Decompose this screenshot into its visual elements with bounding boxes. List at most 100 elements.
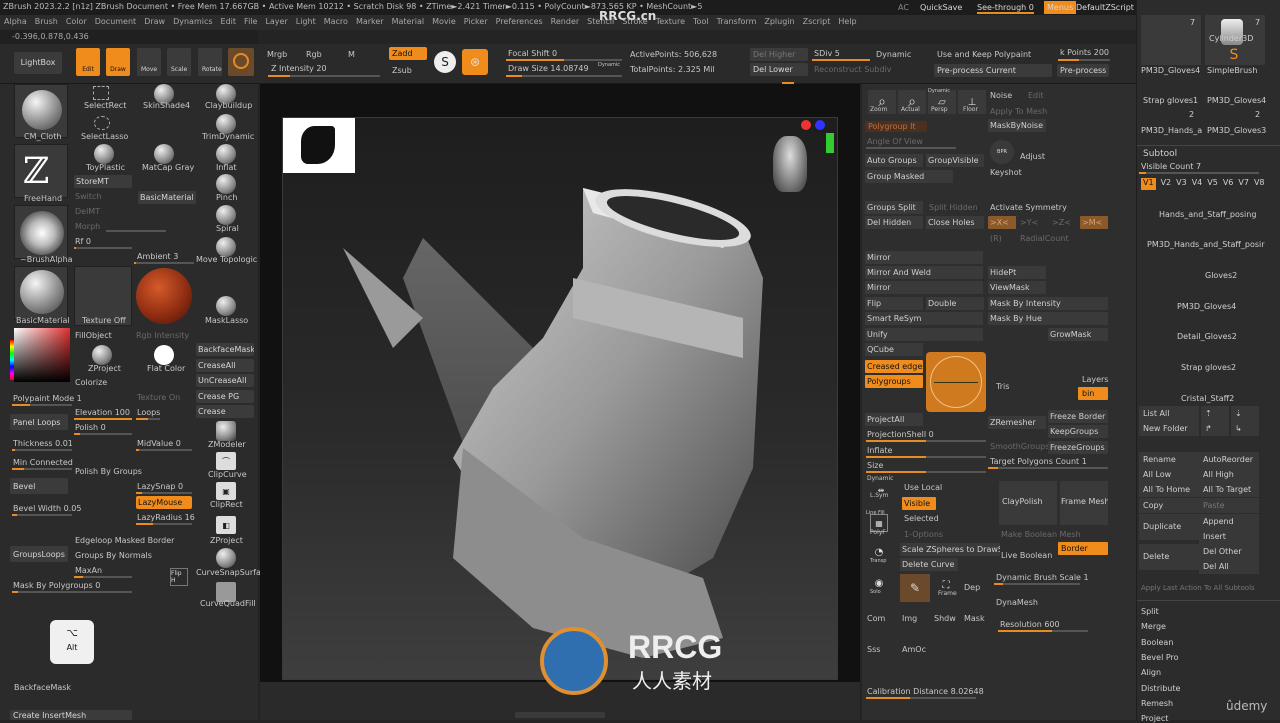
k-points-slider[interactable]	[1058, 59, 1110, 61]
selected-toggle[interactable]: Selected	[904, 514, 939, 523]
lightbox-button[interactable]: LightBox	[14, 52, 62, 74]
delete-curve-button[interactable]: Delete Curve	[900, 558, 958, 571]
curvesnapsurf-button[interactable]: CurveSnapSurfa	[196, 568, 261, 577]
menu-material[interactable]: Material	[388, 15, 429, 28]
creased-edges-button[interactable]: Creased edges	[865, 360, 923, 373]
hue-strip[interactable]	[10, 340, 14, 380]
basicmaterial-button[interactable]: BasicMaterial	[138, 191, 196, 204]
zremesher-guide-widget[interactable]	[926, 352, 986, 412]
trimdynamic-button[interactable]: TrimDynamic	[202, 132, 254, 141]
paste-button[interactable]: Paste	[1199, 498, 1259, 513]
inflate-slider[interactable]	[866, 456, 986, 458]
menu-transform[interactable]: Transform	[713, 15, 761, 28]
zproject-button[interactable]: ZProject	[88, 364, 121, 373]
draw-size-slider[interactable]	[506, 75, 622, 77]
qcube-button[interactable]: QCube	[865, 343, 923, 356]
menu-macro[interactable]: Macro	[320, 15, 352, 28]
all-low-button[interactable]: All Low	[1139, 467, 1199, 482]
inflat-icon[interactable]	[216, 144, 236, 164]
autoreorder-button[interactable]: AutoReorder	[1199, 452, 1259, 467]
duplicate-button[interactable]: Duplicate	[1139, 514, 1199, 540]
groupsloops-button[interactable]: GroupsLoops	[10, 546, 68, 562]
menu-document[interactable]: Document	[91, 15, 140, 28]
polish-slider[interactable]	[74, 433, 132, 435]
auto-groups-button[interactable]: Auto Groups	[865, 154, 923, 167]
menu-light[interactable]: Light	[292, 15, 320, 28]
new-folder-button[interactable]: New Folder	[1139, 421, 1199, 436]
noise-edit-button[interactable]: Edit	[1028, 91, 1044, 100]
menu-movie[interactable]: Movie	[428, 15, 460, 28]
spiral-button[interactable]: Spiral	[216, 224, 239, 233]
menu-help[interactable]: Help	[834, 15, 860, 28]
symmetry-y-button[interactable]: >Y<	[1020, 218, 1038, 227]
z-intensity-slider[interactable]	[268, 75, 380, 77]
align-section[interactable]: Align	[1141, 668, 1161, 677]
groups-split-button[interactable]: Groups Split	[865, 201, 923, 214]
ambient-slider[interactable]	[134, 262, 194, 264]
folder-move-icon[interactable]: ↱	[1201, 421, 1229, 436]
amoc-button[interactable]: AmOc	[902, 645, 926, 654]
mirror-and-weld-button[interactable]: Mirror And Weld	[865, 266, 983, 279]
v2-button[interactable]: V2	[1161, 178, 1172, 190]
spiral-icon[interactable]	[216, 205, 236, 225]
preprocess-button[interactable]: Pre-process /	[1057, 64, 1109, 77]
clipcurve-icon[interactable]: ⌒	[216, 452, 236, 470]
freehand-stroke-tile[interactable]: ℤ	[14, 144, 68, 198]
mirror-button[interactable]: Mirror	[865, 251, 983, 264]
frame-mesh-button[interactable]: Frame Mesh	[1060, 481, 1108, 525]
cliprect-icon[interactable]: ▣	[216, 482, 236, 500]
default-zscript-button[interactable]: DefaultZScript	[1076, 3, 1134, 12]
midvalue-slider[interactable]	[136, 449, 192, 451]
zmodeler-button[interactable]: ZModeler	[208, 440, 246, 449]
smart-resym-button[interactable]: Smart ReSym	[865, 312, 983, 325]
com-button[interactable]: Com	[867, 614, 885, 623]
mask-button[interactable]: Mask	[964, 614, 985, 623]
flip-h-icon[interactable]: Flip H	[170, 568, 188, 586]
resolution-slider[interactable]	[998, 630, 1088, 632]
backfacemask-button[interactable]: BackfaceMask	[196, 343, 254, 356]
subtool-header[interactable]: Subtool	[1143, 149, 1177, 159]
polypaint-mode-slider[interactable]	[12, 404, 72, 406]
zproject-brush-icon[interactable]: ◧	[216, 516, 236, 534]
material-tile[interactable]	[14, 266, 68, 320]
viewmask-button[interactable]: ViewMask	[988, 281, 1046, 294]
menu-texture[interactable]: Texture	[652, 15, 689, 28]
menu-picker[interactable]: Picker	[460, 15, 492, 28]
boolean-section[interactable]: Boolean	[1141, 638, 1173, 647]
split-section[interactable]: Split	[1141, 607, 1159, 616]
simplebrush-tool[interactable]: SimpleBrush	[1207, 66, 1257, 75]
panel-loops-button[interactable]: Panel Loops	[10, 414, 68, 430]
keepgroups-button[interactable]: KeepGroups	[1048, 425, 1108, 438]
spotlight-icon[interactable]: ⊛	[462, 49, 488, 75]
polish-by-groups-toggle[interactable]: Polish By Groups	[75, 467, 142, 476]
reconstruct-subdiv-button[interactable]: Reconstruct Subdiv	[814, 65, 892, 74]
all-to-target-button[interactable]: All To Target	[1199, 482, 1259, 497]
claybuildup-button[interactable]: Claybuildup	[205, 101, 252, 110]
bevel-button[interactable]: Bevel	[10, 478, 68, 494]
pinch-icon[interactable]	[216, 174, 236, 194]
menu-file[interactable]: File	[240, 15, 261, 28]
morph-slider[interactable]	[106, 230, 166, 232]
projectionshell-slider[interactable]	[866, 440, 986, 442]
curvequadfill-button[interactable]: CurveQuadFill	[200, 599, 256, 608]
document-canvas[interactable]	[282, 117, 838, 680]
move-topologic-button[interactable]: Move Topologic	[196, 255, 257, 264]
polygroup-it-button[interactable]: Polygroup It	[865, 121, 927, 132]
split-hidden-button[interactable]: Split Hidden	[929, 203, 978, 212]
symmetry-z-button[interactable]: >Z<	[1052, 218, 1071, 227]
apply-to-mesh-button[interactable]: Apply To Mesh	[990, 107, 1047, 116]
menu-render[interactable]: Render	[547, 15, 583, 28]
radial-r-button[interactable]: (R)	[990, 234, 1002, 243]
adjust-button[interactable]: Adjust	[1020, 152, 1045, 161]
simplebrush-icon[interactable]: S	[1225, 46, 1243, 64]
del-other-button[interactable]: Del Other	[1199, 544, 1259, 559]
move-up-button[interactable]: ⇡	[1201, 406, 1229, 421]
colorize-button[interactable]: Colorize	[75, 378, 107, 387]
close-holes-button[interactable]: Close Holes	[926, 216, 984, 229]
menu-alpha[interactable]: Alpha	[0, 15, 31, 28]
scale-button[interactable]: Scale	[167, 48, 191, 76]
subtool-item[interactable]: Detail_Gloves2	[1177, 332, 1237, 341]
live-boolean-button[interactable]: Live Boolean	[1001, 551, 1052, 560]
masklasso-button[interactable]: MaskLasso	[205, 316, 248, 325]
delete-button[interactable]: Delete	[1139, 544, 1199, 570]
